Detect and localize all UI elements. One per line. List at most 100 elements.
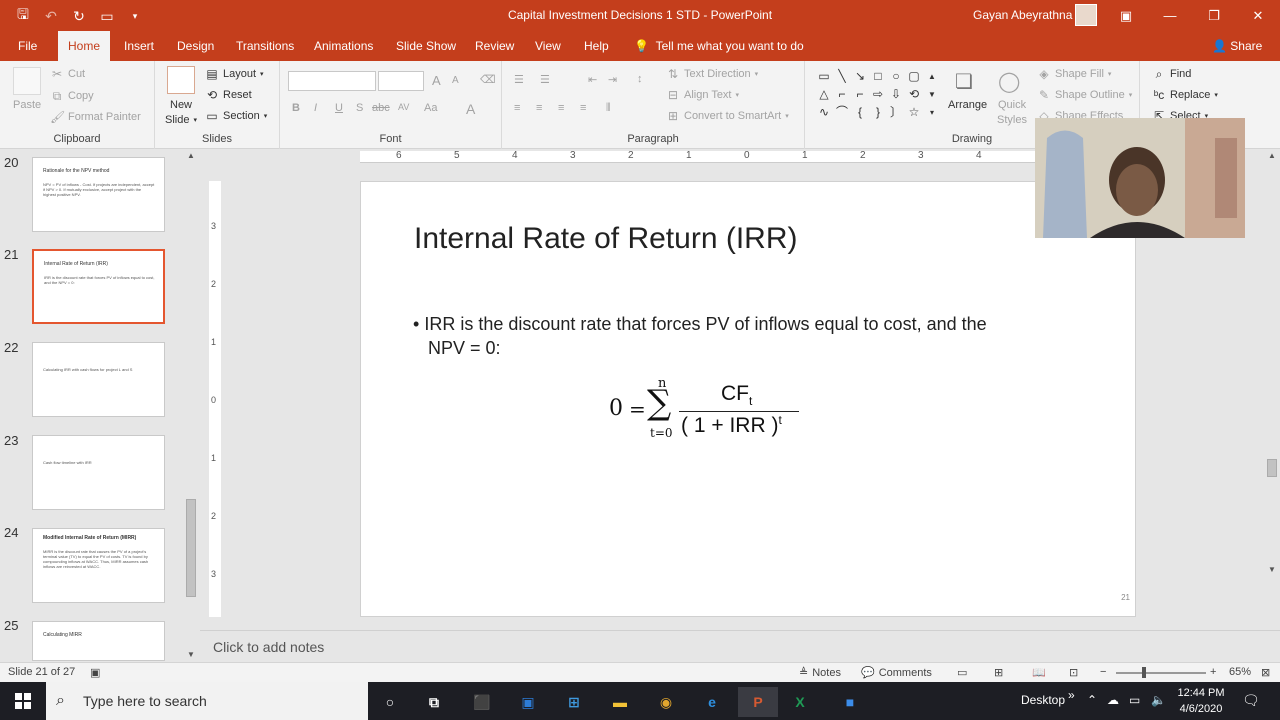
align-text-button[interactable]: ⊟ Align Text ▾	[666, 88, 739, 102]
arrow-line-shape-icon[interactable]: ↘	[852, 68, 868, 85]
store-icon[interactable]: ⊞	[554, 687, 594, 717]
oval-shape-icon[interactable]: ○	[888, 68, 904, 85]
volume-icon[interactable]: 🔈	[1151, 693, 1166, 707]
slide-thumbnail-21[interactable]: Internal Rate of Return (IRR) IRR is the…	[32, 249, 165, 324]
find-button[interactable]: ⌕ Find	[1152, 67, 1192, 81]
powerpoint-taskbar-icon[interactable]: P	[738, 687, 778, 717]
star-shape-icon[interactable]: ☆	[906, 104, 922, 121]
shape-fill-button[interactable]: ◈ Shape Fill ▾	[1037, 67, 1111, 81]
curve-shape-icon[interactable]: ∿	[816, 104, 832, 121]
taskbar-search[interactable]: ⌕ Type here to search	[46, 682, 368, 720]
save-icon[interactable]: 🖫	[10, 5, 36, 27]
paste-button[interactable]: Paste	[13, 99, 41, 111]
section-button[interactable]: ▭ Section ▾	[205, 109, 267, 123]
font-size-combo[interactable]	[378, 71, 424, 91]
align-left-icon[interactable]: ≡	[514, 102, 520, 114]
zoom-slider-knob[interactable]	[1142, 667, 1146, 678]
toolbar-expand-icon[interactable]: »	[1068, 688, 1075, 702]
slide-scrollbar[interactable]: ▲ ▼	[1265, 149, 1279, 577]
cycle-shape-icon[interactable]: ⟲	[906, 86, 922, 103]
scroll-down-icon[interactable]: ▼	[1265, 563, 1279, 577]
ribbon-display-options-icon[interactable]: ▣	[1104, 0, 1148, 31]
convert-smartart-button[interactable]: ⊞ Convert to SmartArt ▾	[666, 109, 789, 123]
fit-to-window-icon[interactable]: ⊠	[1261, 666, 1270, 679]
slide-thumbnail-23[interactable]: Cash flow timeline with IRR	[32, 435, 165, 510]
user-name[interactable]: Gayan Abeyrathna	[973, 8, 1072, 22]
line-spacing-icon[interactable]: ↕	[637, 73, 643, 85]
change-case-button[interactable]: Aa	[424, 102, 437, 114]
excel-icon[interactable]: X	[780, 687, 820, 717]
slide-title[interactable]: Internal Rate of Return (IRR)	[414, 222, 797, 256]
slide-thumbnail-20[interactable]: Rationale for the NPV method NPV = PV of…	[32, 157, 165, 232]
bracket-right-shape-icon[interactable]: 〕	[888, 104, 904, 121]
align-right-icon[interactable]: ≡	[558, 102, 564, 114]
zoom-level[interactable]: 65%	[1229, 666, 1251, 678]
tab-help[interactable]: Help	[576, 31, 617, 61]
tab-slide-show[interactable]: Slide Show	[388, 31, 464, 61]
justify-icon[interactable]: ≡	[580, 102, 586, 114]
new-slide-dropdown[interactable]: Slide ▾	[165, 114, 197, 126]
shape-outline-button[interactable]: ✎ Shape Outline ▾	[1037, 88, 1132, 102]
tab-file[interactable]: File	[10, 31, 45, 61]
spell-check-icon[interactable]: ▣	[90, 666, 100, 679]
arrange-button[interactable]: Arrange	[948, 99, 987, 111]
power-icon[interactable]: ▭	[1129, 693, 1140, 707]
task-view-icon[interactable]: ⧉	[414, 687, 454, 717]
redo-icon[interactable]: ↻	[66, 5, 92, 27]
desktop-toolbar[interactable]: Desktop	[1021, 693, 1065, 707]
clear-formatting-icon[interactable]: ⌫	[480, 73, 496, 86]
minimize-button[interactable]: —	[1148, 0, 1192, 31]
paste-icon[interactable]	[13, 67, 41, 95]
slideshow-view-icon[interactable]: ⊡	[1069, 666, 1078, 679]
customize-qat-icon[interactable]: ▾	[122, 5, 148, 27]
slide-thumbnail-25[interactable]: Calculating MIRR	[32, 621, 165, 661]
text-shadow-button[interactable]: S	[356, 102, 363, 114]
format-painter-button[interactable]: 🖌 Format Painter	[50, 110, 141, 124]
replace-button[interactable]: ᵇc Replace ▾	[1152, 88, 1218, 102]
chrome-icon[interactable]: ◉	[646, 687, 686, 717]
normal-view-icon[interactable]: ▭	[957, 666, 967, 679]
slide-canvas[interactable]: Internal Rate of Return (IRR) • IRR is t…	[360, 181, 1136, 617]
zoom-in-button[interactable]: +	[1210, 666, 1216, 678]
columns-icon[interactable]: ⫴	[606, 102, 611, 115]
file-explorer-icon[interactable]: ▬	[600, 687, 640, 717]
onedrive-icon[interactable]: ☁	[1107, 693, 1119, 707]
comments-button[interactable]: 💬 Comments	[861, 666, 932, 680]
slide-sorter-icon[interactable]: ⊞	[994, 666, 1003, 679]
scrollbar-thumb[interactable]	[1267, 459, 1277, 477]
share-button[interactable]: 👤 Share	[1212, 31, 1262, 61]
zoom-app-icon[interactable]: ■	[830, 687, 870, 717]
text-direction-button[interactable]: ⇅ Text Direction ▾	[666, 67, 758, 81]
textbox-shape-icon[interactable]: ▭	[816, 68, 832, 85]
elbow-shape-icon[interactable]: ⌐	[834, 86, 850, 103]
outlook-icon[interactable]: ▣	[508, 687, 548, 717]
underline-button[interactable]: U	[335, 102, 343, 114]
gallery-up-icon[interactable]: ▲	[924, 68, 940, 85]
tab-transitions[interactable]: Transitions	[228, 31, 302, 61]
avatar[interactable]	[1075, 4, 1097, 26]
brace-right-shape-icon[interactable]: }	[870, 104, 886, 121]
tab-review[interactable]: Review	[467, 31, 522, 61]
edge-icon[interactable]: e	[692, 687, 732, 717]
character-spacing-button[interactable]: AV	[398, 102, 409, 112]
slide-thumbnail-24[interactable]: Modified Internal Rate of Return (MIRR) …	[32, 528, 165, 603]
notification-icon[interactable]: 🗨	[1242, 692, 1260, 709]
tab-home[interactable]: Home	[58, 31, 110, 61]
start-from-beginning-icon[interactable]: ▭	[94, 5, 120, 27]
decrease-indent-icon[interactable]: ⇤	[588, 73, 597, 86]
thumbnail-scrollbar[interactable]: ▲ ▼	[184, 149, 198, 662]
notes-button[interactable]: ≜ Notes	[799, 666, 841, 680]
layout-button[interactable]: ▤ Layout ▾	[205, 67, 263, 81]
taskbar-clock[interactable]: 12:44 PM 4/6/2020	[1171, 685, 1231, 717]
scroll-down-icon[interactable]: ▼	[184, 648, 198, 662]
cut-button[interactable]: ✂ Cut	[50, 67, 85, 81]
tab-design[interactable]: Design	[169, 31, 222, 61]
new-slide-button[interactable]: New	[170, 99, 192, 111]
align-center-icon[interactable]: ≡	[536, 102, 542, 114]
bracket-shape-icon[interactable]: ⌐	[852, 86, 868, 103]
tab-animations[interactable]: Animations	[306, 31, 381, 61]
reading-view-icon[interactable]: 📖	[1032, 666, 1046, 679]
triangle-shape-icon[interactable]: △	[816, 86, 832, 103]
right-arrow-shape-icon[interactable]: ⇨	[870, 86, 886, 103]
irr-formula[interactable]: 0 = n ∑ t=0 CFt ( 1 + IRR )t	[609, 376, 809, 448]
